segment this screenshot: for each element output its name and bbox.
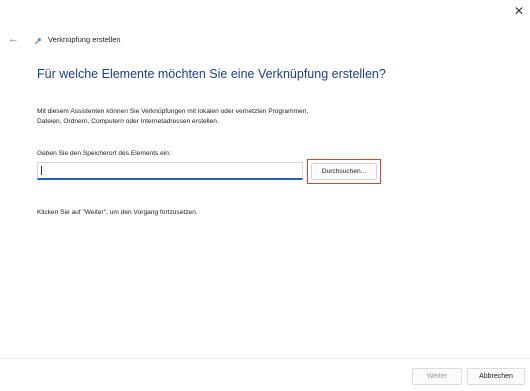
- text-caret: [41, 166, 42, 175]
- footer-divider: [0, 358, 530, 359]
- page-heading: Für welche Elemente möchten Sie eine Ver…: [37, 67, 386, 81]
- location-input[interactable]: [37, 162, 303, 180]
- back-arrow-icon[interactable]: ←: [8, 33, 22, 45]
- intro-line-2: Dateien, Ordnern, Computern oder Interne…: [37, 118, 219, 125]
- intro-text: Mit diesem Assistenten können Sie Verknü…: [37, 107, 457, 127]
- location-label: Geben Sie den Speicherort des Elements e…: [37, 150, 171, 157]
- close-button[interactable]: ✕: [512, 4, 526, 18]
- shortcut-wizard-icon: [34, 38, 41, 45]
- continue-hint: Klicken Sie auf "Weiter", um den Vorgang…: [37, 209, 198, 216]
- close-icon: ✕: [513, 4, 525, 18]
- next-button[interactable]: Weiter: [412, 368, 462, 385]
- intro-line-1: Mit diesem Assistenten können Sie Verknü…: [37, 108, 309, 115]
- wizard-header: ← Verknüpfung erstellen: [8, 33, 121, 45]
- cancel-button[interactable]: Abbrechen: [467, 368, 525, 385]
- browse-button[interactable]: Durchsuchen...: [311, 163, 377, 180]
- window-title: Verknüpfung erstellen: [48, 34, 121, 44]
